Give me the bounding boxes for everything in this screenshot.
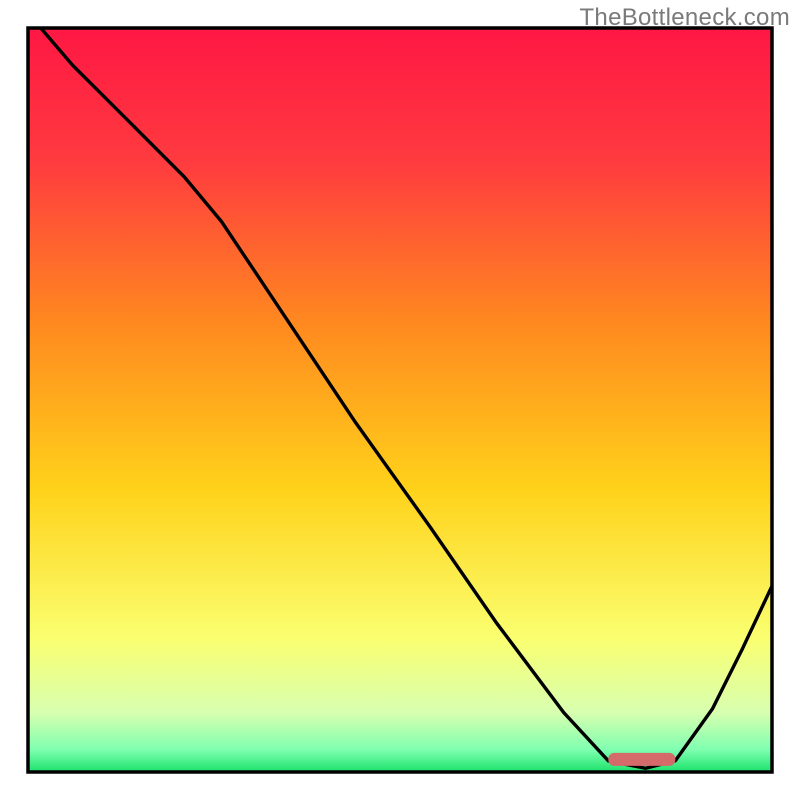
bottleneck-chart bbox=[0, 0, 800, 800]
optimal-range-marker bbox=[608, 753, 675, 766]
watermark-text: TheBottleneck.com bbox=[579, 4, 790, 32]
gradient-background bbox=[28, 28, 772, 772]
chart-container: TheBottleneck.com bbox=[0, 0, 800, 800]
